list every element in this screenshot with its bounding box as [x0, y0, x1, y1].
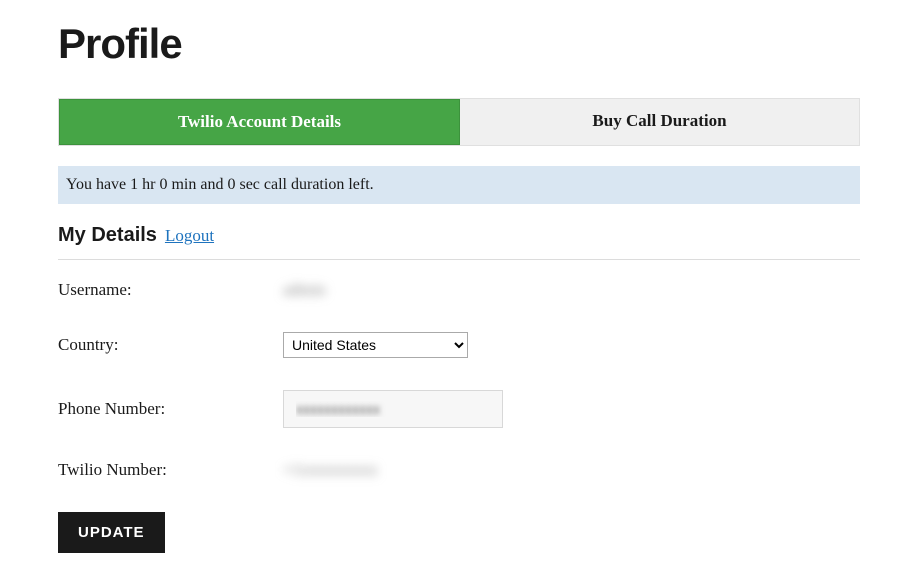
username-value: admin: [283, 280, 326, 300]
tabs-container: Twilio Account Details Buy Call Duration: [58, 98, 860, 146]
call-duration-info: You have 1 hr 0 min and 0 sec call durat…: [58, 166, 860, 204]
username-label: Username:: [58, 280, 283, 300]
phone-input[interactable]: [283, 390, 503, 428]
twilio-label: Twilio Number:: [58, 460, 283, 480]
section-header: My Details Logout: [58, 224, 860, 260]
form-row-twilio: Twilio Number: +1xxxxxxxxx: [58, 460, 860, 480]
update-button[interactable]: UPDATE: [58, 512, 165, 553]
page-title: Profile: [58, 20, 860, 68]
logout-link[interactable]: Logout: [165, 226, 214, 246]
form-row-username: Username: admin: [58, 280, 860, 300]
section-title: My Details: [58, 224, 157, 247]
form-row-phone: Phone Number:: [58, 390, 860, 428]
phone-label: Phone Number:: [58, 399, 283, 419]
form-row-country: Country: United States: [58, 332, 860, 358]
country-label: Country:: [58, 335, 283, 355]
tab-twilio-account-details[interactable]: Twilio Account Details: [59, 99, 460, 145]
tab-buy-call-duration[interactable]: Buy Call Duration: [460, 99, 859, 145]
country-select[interactable]: United States: [283, 332, 468, 358]
twilio-value: +1xxxxxxxxx: [283, 460, 378, 480]
